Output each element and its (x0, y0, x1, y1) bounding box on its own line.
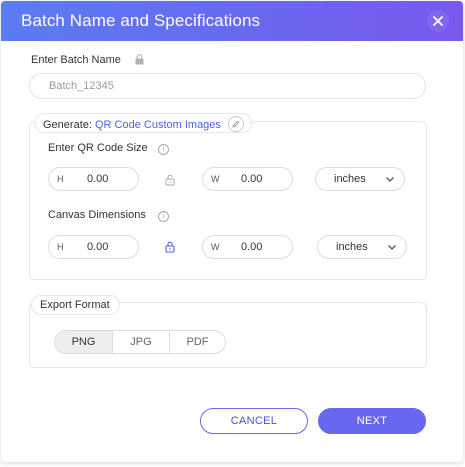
lock-icon[interactable] (165, 241, 175, 253)
canvas-height-field[interactable]: H 0.00 (48, 235, 139, 259)
qr-size-label: Enter QR Code Size (48, 142, 148, 154)
close-icon (433, 16, 443, 26)
chevron-down-icon (386, 177, 394, 182)
format-option-png[interactable]: PNG (55, 331, 113, 353)
export-format-selector: PNG JPG PDF (54, 330, 226, 354)
chevron-down-icon (388, 245, 396, 250)
batch-name-input[interactable]: Batch_12345 (29, 73, 426, 99)
batch-dialog: Batch Name and Specifications Enter Batc… (1, 1, 463, 462)
edit-generate-button[interactable] (227, 116, 244, 132)
info-icon: i (158, 144, 169, 155)
qr-height-value: 0.00 (87, 173, 109, 185)
format-option-jpg[interactable]: JPG (113, 331, 170, 353)
qr-height-field[interactable]: H 0.00 (48, 167, 139, 191)
format-option-pdf[interactable]: PDF (170, 331, 225, 353)
dialog-title: Batch Name and Specifications (21, 11, 261, 30)
batch-name-label: Enter Batch Name (31, 54, 121, 66)
qr-unit-select[interactable]: inches (315, 167, 405, 191)
generate-prefix: Generate: (43, 118, 92, 131)
dialog-header: Batch Name and Specifications (1, 1, 463, 41)
next-button[interactable]: NEXT (318, 408, 426, 434)
canvas-label: Canvas Dimensions (48, 209, 146, 221)
lock-icon[interactable] (165, 174, 175, 186)
width-prefix: W (211, 174, 220, 184)
qr-unit-value: inches (334, 173, 366, 185)
width-prefix: W (211, 242, 220, 252)
canvas-unit-value: inches (336, 241, 368, 253)
height-prefix: H (57, 174, 64, 184)
edit-icon (232, 120, 240, 128)
info-icon: i (158, 211, 169, 222)
close-button[interactable] (427, 10, 449, 32)
canvas-width-field[interactable]: W 0.00 (202, 235, 293, 259)
generate-type-link[interactable]: QR Code Custom Images (95, 119, 221, 131)
export-legend: Export Format (31, 295, 120, 315)
qr-width-value: 0.00 (241, 173, 263, 185)
canvas-unit-select[interactable]: inches (317, 235, 407, 259)
lock-icon (135, 54, 144, 65)
canvas-height-value: 0.00 (87, 241, 109, 253)
generate-legend: Generate: QR Code Custom Images (34, 113, 252, 133)
canvas-width-value: 0.00 (241, 241, 263, 253)
height-prefix: H (57, 242, 64, 252)
qr-width-field[interactable]: W 0.00 (202, 167, 293, 191)
cancel-button[interactable]: CANCEL (200, 408, 308, 434)
